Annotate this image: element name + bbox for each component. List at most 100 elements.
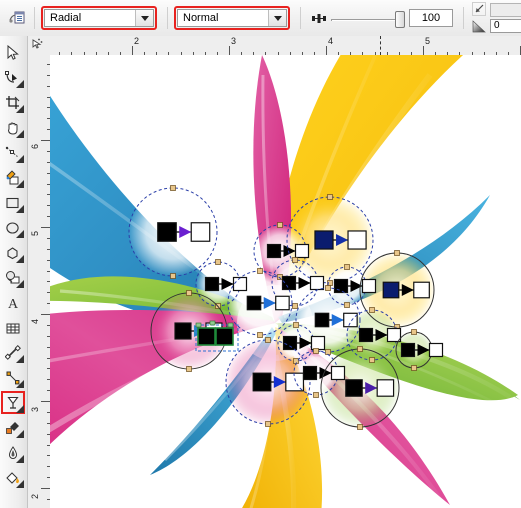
- gradient-top-node[interactable]: [257, 268, 263, 274]
- gradient-start-node[interactable]: [314, 312, 330, 328]
- fill-tool[interactable]: [0, 465, 26, 490]
- dimension-tool[interactable]: [0, 340, 26, 365]
- gradient-bottom-node[interactable]: [313, 392, 319, 398]
- gradient-top-node[interactable]: [265, 337, 271, 343]
- gradient-top-node[interactable]: [170, 185, 176, 191]
- fill-type-dropdown-button[interactable]: [135, 10, 153, 26]
- gradient-top-node[interactable]: [369, 307, 375, 313]
- freehand-tool[interactable]: [0, 140, 26, 165]
- gradient-end-node[interactable]: [330, 365, 346, 381]
- gradient-start-node[interactable]: [246, 295, 262, 311]
- gradient-end-node[interactable]: [190, 222, 211, 242]
- midpoint-slider[interactable]: [331, 10, 405, 28]
- midpoint-value-input[interactable]: 100: [409, 9, 453, 27]
- flyout-arrow-icon[interactable]: [16, 80, 24, 88]
- flyout-arrow-icon[interactable]: [16, 155, 24, 163]
- flyout-arrow-icon[interactable]: [16, 255, 24, 263]
- gradient-start-node[interactable]: [204, 276, 220, 292]
- pan-tool[interactable]: [0, 115, 26, 140]
- drawing-canvas[interactable]: [50, 55, 521, 508]
- gradient-start-node[interactable]: [382, 281, 400, 299]
- crop-tool[interactable]: [0, 90, 26, 115]
- flyout-arrow-icon[interactable]: [16, 105, 24, 113]
- gradient-bottom-node[interactable]: [357, 424, 363, 430]
- blend-type-combo[interactable]: Normal: [177, 9, 287, 27]
- gradient-bottom-node[interactable]: [344, 302, 350, 308]
- gradient-bottom-node[interactable]: [265, 421, 271, 427]
- gradient-bottom-node[interactable]: [170, 273, 176, 279]
- flyout-arrow-icon[interactable]: [16, 455, 24, 463]
- ruler-origin-corner[interactable]: [28, 36, 51, 56]
- gradient-top-node[interactable]: [313, 348, 319, 354]
- gradient-end-node[interactable]: [376, 379, 395, 397]
- vertical-guideline[interactable]: [380, 36, 381, 55]
- gradient-bottom-node[interactable]: [292, 303, 298, 309]
- text-tool[interactable]: A: [0, 290, 26, 315]
- gradient-start-node[interactable]: [400, 342, 416, 358]
- gradient-bottom-node[interactable]: [325, 349, 331, 355]
- gradient-start-node[interactable]: [333, 278, 349, 294]
- gradient-start-node[interactable]: [252, 372, 272, 392]
- gradient-top-node[interactable]: [277, 222, 283, 228]
- gradient-top-node[interactable]: [327, 194, 333, 200]
- fill-type-combo[interactable]: Radial: [44, 9, 154, 27]
- connector-tool[interactable]: [0, 365, 26, 390]
- gradient-end-node[interactable]: [428, 342, 444, 358]
- gradient-start-node[interactable]: [266, 243, 282, 259]
- gradient-bottom-node[interactable]: [186, 366, 192, 372]
- gradient-start-node[interactable]: [345, 379, 363, 397]
- basic-shapes-tool[interactable]: [0, 265, 26, 290]
- polygon-tool[interactable]: [0, 240, 26, 265]
- horizontal-ruler[interactable]: 23456: [50, 36, 521, 56]
- gradient-end-node[interactable]: [361, 278, 377, 294]
- artwork-pinwheel-flower[interactable]: [50, 55, 521, 508]
- flyout-arrow-icon[interactable]: [16, 130, 24, 138]
- flyout-arrow-icon[interactable]: [16, 205, 24, 213]
- gradient-end-node[interactable]: [386, 327, 402, 343]
- gradient-top-node[interactable]: [325, 285, 331, 291]
- gradient-start-node[interactable]: [358, 327, 374, 343]
- gradient-end-node[interactable]: [310, 335, 326, 351]
- gradient-bottom-node[interactable]: [369, 357, 375, 363]
- gradient-end-node[interactable]: [294, 243, 310, 259]
- blend-type-dropdown-button[interactable]: [268, 10, 286, 26]
- gradient-start-node[interactable]: [174, 322, 192, 340]
- gradient-end-node[interactable]: [413, 281, 430, 299]
- flyout-arrow-icon[interactable]: [16, 380, 24, 388]
- interactive-fill-tool[interactable]: [0, 390, 26, 415]
- gradient-angle-input[interactable]: 0: [490, 19, 521, 33]
- properties-dialog-icon[interactable]: [6, 7, 28, 29]
- gradient-top-node[interactable]: [292, 257, 298, 263]
- gradient-end-node[interactable]: [309, 275, 325, 291]
- flyout-arrow-icon[interactable]: [16, 180, 24, 188]
- gradient-end-node[interactable]: [343, 312, 358, 328]
- gradient-start-node[interactable]: [282, 335, 298, 351]
- gradient-top-node[interactable]: [215, 259, 221, 265]
- gradient-top-node[interactable]: [186, 290, 192, 296]
- ellipse-tool[interactable]: [0, 215, 26, 240]
- gradient-start-node[interactable]: [157, 222, 177, 242]
- flyout-arrow-icon[interactable]: [16, 355, 24, 363]
- outline-tool[interactable]: [0, 440, 26, 465]
- gradient-top-node[interactable]: [357, 346, 363, 352]
- pick-tool[interactable]: [0, 40, 26, 65]
- flyout-arrow-icon[interactable]: [16, 480, 24, 488]
- flyout-arrow-icon[interactable]: [16, 430, 24, 438]
- shape-tool[interactable]: [0, 65, 26, 90]
- flyout-arrow-icon[interactable]: [16, 280, 24, 288]
- gradient-top-node[interactable]: [411, 329, 417, 335]
- table-tool[interactable]: [0, 315, 26, 340]
- slider-thumb[interactable]: [395, 11, 405, 28]
- flyout-arrow-icon[interactable]: [16, 405, 24, 413]
- eyedropper-tool[interactable]: [0, 415, 26, 440]
- gradient-end-node[interactable]: [232, 276, 248, 292]
- vertical-ruler[interactable]: 6 5 4 3 2: [28, 55, 51, 508]
- flyout-arrow-icon[interactable]: [16, 230, 24, 238]
- gradient-bottom-node[interactable]: [277, 274, 283, 280]
- gradient-bottom-node[interactable]: [411, 365, 417, 371]
- gradient-end-node[interactable]: [347, 230, 367, 250]
- gradient-top-node[interactable]: [344, 264, 350, 270]
- rectangle-tool[interactable]: [0, 190, 26, 215]
- gradient-start-node[interactable]: [314, 230, 334, 250]
- smart-fill-tool[interactable]: [0, 165, 26, 190]
